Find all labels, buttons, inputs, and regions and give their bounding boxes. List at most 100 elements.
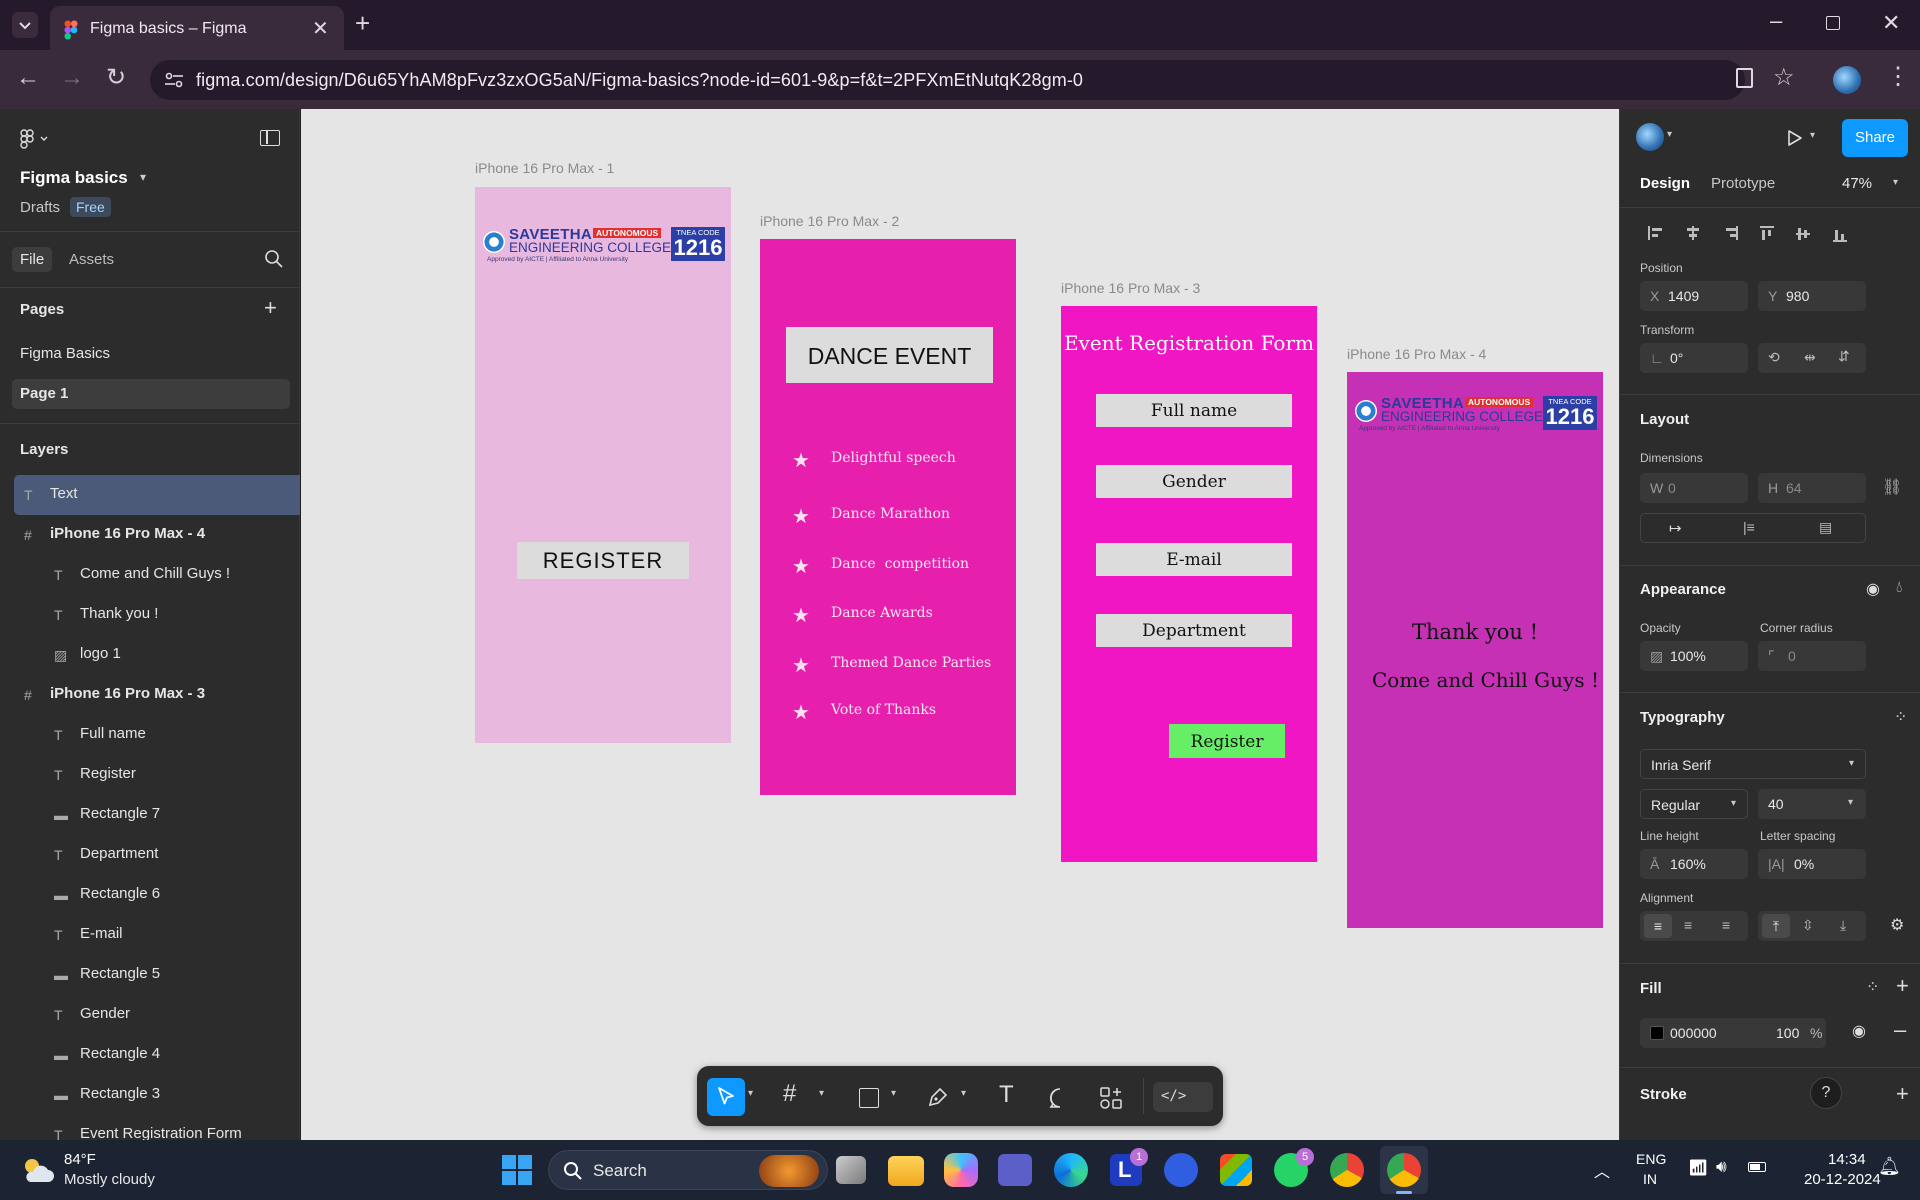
layer-row[interactable]: T Come and Chill Guys !	[0, 555, 300, 595]
user-avatar[interactable]	[1636, 123, 1664, 151]
clock-date[interactable]: 20-12-2024	[1804, 1171, 1881, 1188]
comment-tool-icon[interactable]	[1049, 1087, 1071, 1109]
notifications-bell-icon[interactable]: 🔔︎	[1878, 1156, 1901, 1177]
sidebar-toggle-icon[interactable]	[260, 130, 280, 146]
text-align-top-icon[interactable]: ⤒	[1762, 914, 1790, 938]
text-styles-icon[interactable]: ⁘	[1894, 707, 1907, 727]
tab-search-icon[interactable]	[12, 12, 38, 38]
store-icon[interactable]	[1220, 1154, 1252, 1186]
font-size-select[interactable]: 40 ▾	[1758, 789, 1866, 819]
letter-spacing-field[interactable]: |A| 0%	[1758, 849, 1866, 879]
file-name[interactable]: Figma basics	[20, 168, 128, 188]
present-play-icon[interactable]	[1786, 129, 1804, 147]
avatar-chevron-icon[interactable]: ▾	[1667, 129, 1672, 140]
layer-row[interactable]: T Event Registration Form	[0, 1115, 300, 1140]
share-button[interactable]: Share	[1842, 119, 1908, 157]
restore-icon[interactable]	[1826, 16, 1840, 30]
back-icon[interactable]: ←	[16, 64, 40, 92]
dev-mode-toggle[interactable]: </>	[1153, 1082, 1213, 1112]
taskbar-search-box[interactable]: Search	[548, 1150, 828, 1190]
text-tool-icon[interactable]: T	[999, 1081, 1014, 1109]
browser-tab-active[interactable]: Figma basics – Figma ✕	[50, 6, 344, 50]
align-right-icon[interactable]	[1722, 226, 1738, 240]
layer-row[interactable]: ▬ Rectangle 6	[0, 875, 300, 915]
move-tool-chevron-icon[interactable]: ▾	[748, 1088, 753, 1099]
weather-cloud-icon[interactable]	[20, 1156, 56, 1184]
form-field-box[interactable]: Full name	[1096, 394, 1292, 427]
profile-avatar[interactable]	[1833, 66, 1861, 94]
chrome-active-icon[interactable]	[1380, 1146, 1428, 1194]
task-view-icon[interactable]	[836, 1156, 866, 1184]
copilot-icon[interactable]	[944, 1153, 978, 1187]
event-item[interactable]: Delightful speech	[831, 450, 956, 466]
rotation-field[interactable]: ∟ 0°	[1640, 343, 1748, 373]
fill-styles-icon[interactable]: ⁘	[1866, 977, 1879, 997]
search-icon[interactable]	[264, 249, 284, 269]
layer-row[interactable]: T E-mail	[0, 915, 300, 955]
new-tab-icon[interactable]: +	[355, 8, 370, 39]
align-top-icon[interactable]	[1760, 226, 1774, 242]
text-align-right-icon[interactable]: ≡	[1722, 917, 1730, 933]
weather-temp[interactable]: 84°F	[64, 1151, 96, 1168]
type-settings-icon[interactable]: ⚙︎	[1890, 915, 1904, 935]
close-tab-icon[interactable]: ✕	[312, 16, 329, 41]
width-field[interactable]: W0	[1640, 473, 1748, 503]
teams-icon[interactable]	[998, 1154, 1032, 1186]
site-info-icon[interactable]	[164, 72, 184, 88]
layer-row[interactable]: ▬ Rectangle 4	[0, 1035, 300, 1075]
layer-row[interactable]: ▨ logo 1	[0, 635, 300, 675]
form-field-box[interactable]: Gender	[1096, 465, 1292, 498]
auto-height-icon[interactable]: ▤	[1819, 519, 1832, 536]
wifi-icon[interactable]: 📶︎	[1688, 1158, 1708, 1178]
layer-row[interactable]: T Text	[14, 475, 300, 515]
text-align-middle-icon[interactable]: ⇳	[1802, 917, 1814, 934]
layer-row[interactable]: T Department	[0, 835, 300, 875]
frame-label[interactable]: iPhone 16 Pro Max - 3	[1061, 280, 1200, 296]
minimize-icon[interactable]: –	[1770, 8, 1782, 34]
frame-tool-chevron-icon[interactable]: ▾	[819, 1088, 824, 1099]
form-field-box[interactable]: Department	[1096, 614, 1292, 647]
hug-contents-icon[interactable]: |≡	[1743, 519, 1755, 535]
browser-menu-icon[interactable]: ⋮	[1886, 62, 1910, 91]
frame-iphone-3[interactable]: Event Registration Form Full name Gender E…	[1061, 306, 1317, 862]
layer-row[interactable]: T Register	[0, 755, 300, 795]
design-canvas[interactable]: iPhone 16 Pro Max - 1 SAVEETHA AUTONOMOUS…	[301, 109, 1619, 1140]
edge-icon[interactable]	[1054, 1153, 1088, 1187]
file-location[interactable]: Drafts	[20, 199, 60, 216]
fill-visibility-eye-icon[interactable]: ◉	[1852, 1021, 1866, 1041]
rotate-icon[interactable]: ⟲	[1768, 349, 1780, 366]
resources-tool-icon[interactable]	[1099, 1086, 1123, 1110]
help-button[interactable]: ?	[1810, 1077, 1842, 1109]
constrain-proportions-icon[interactable]: ⛓	[1882, 477, 1902, 497]
align-bottom-icon[interactable]	[1833, 226, 1847, 242]
visibility-eye-icon[interactable]: ◉	[1866, 579, 1880, 599]
tab-assets[interactable]: Assets	[69, 251, 114, 268]
pen-tool-chevron-icon[interactable]: ▾	[961, 1088, 966, 1099]
address-bar[interactable]: figma.com/design/D6u65YhAM8pFvz3zxOG5aN/…	[150, 60, 1745, 100]
frame-iphone-4[interactable]: SAVEETHA AUTONOMOUS ENGINEERING COLLEGE App…	[1347, 372, 1603, 928]
chrome-icon[interactable]	[1330, 1153, 1364, 1187]
fill-color-field[interactable]: 000000 100 %	[1640, 1018, 1826, 1048]
layer-row[interactable]: ▬ Rectangle 3	[0, 1075, 300, 1115]
add-stroke-icon[interactable]: +	[1896, 1081, 1909, 1107]
page-item-figma-basics[interactable]: Figma Basics	[20, 345, 110, 362]
language-top[interactable]: ENG	[1636, 1151, 1666, 1167]
app-a-icon[interactable]	[1164, 1153, 1198, 1187]
layer-row[interactable]: T Thank you !	[0, 595, 300, 635]
battery-icon[interactable]	[1748, 1162, 1766, 1172]
add-page-icon[interactable]: +	[264, 295, 277, 321]
position-y-field[interactable]: Y 980	[1758, 281, 1866, 311]
align-left-icon[interactable]	[1648, 226, 1664, 240]
font-family-select[interactable]: Inria Serif ▾	[1640, 749, 1866, 779]
thank-you-text[interactable]: Thank you !	[1347, 620, 1603, 644]
layer-row[interactable]: ▬ Rectangle 7	[0, 795, 300, 835]
flip-vertical-icon[interactable]: ⇵	[1838, 348, 1850, 365]
present-chevron-icon[interactable]: ▾	[1810, 130, 1815, 141]
text-align-center-icon[interactable]: ≡	[1684, 917, 1692, 933]
align-center-h-icon[interactable]	[1685, 226, 1701, 240]
flip-horizontal-icon[interactable]: ⇹	[1804, 349, 1816, 366]
layer-row[interactable]: ▬ Rectangle 5	[0, 955, 300, 995]
frame-label[interactable]: iPhone 16 Pro Max - 1	[475, 160, 614, 176]
fixed-width-icon[interactable]: ↦	[1669, 519, 1682, 537]
form-register-button[interactable]: Register	[1169, 724, 1285, 758]
